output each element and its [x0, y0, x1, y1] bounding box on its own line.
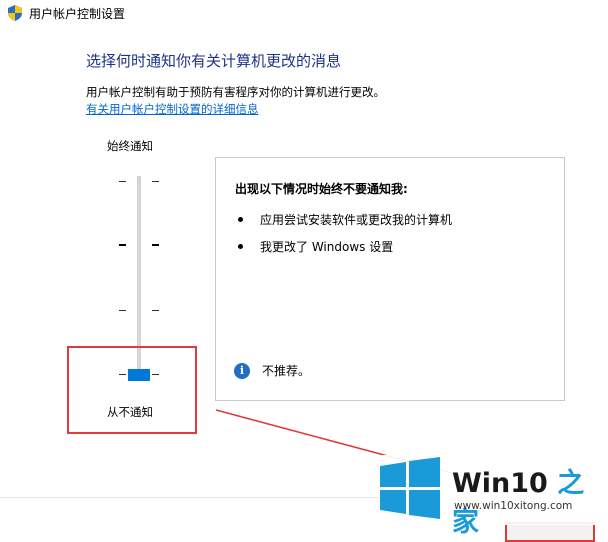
watermark: Win10 之家 www.win10xitong.com [378, 455, 608, 538]
windows-logo-icon [380, 457, 440, 519]
watermark-url: www.win10xitong.com [454, 500, 573, 512]
